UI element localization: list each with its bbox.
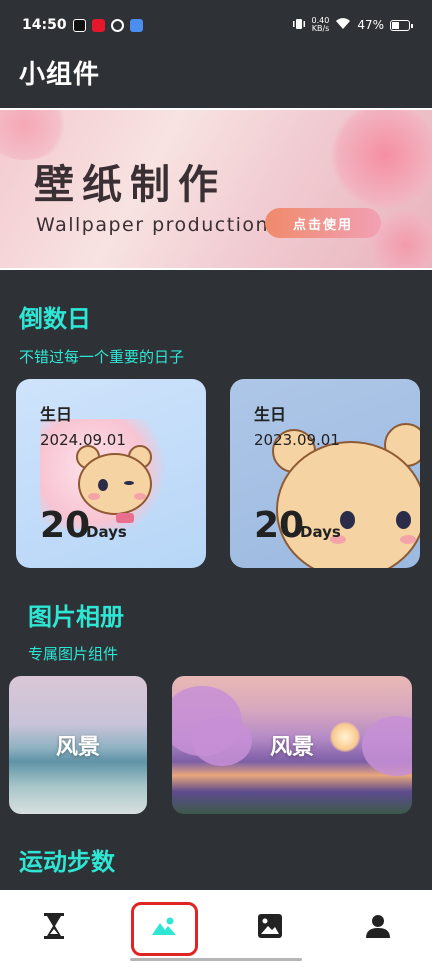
countdown-card-birthday-2023[interactable]: 生日 2023.09.01 20 Days (230, 379, 420, 568)
home-indicator (130, 958, 302, 961)
countdown-section-subtitle: 不错过每一个重要的日子 (19, 348, 185, 366)
countdown-card-birthday-2024[interactable]: 生日 2024.09.01 20 Days (16, 379, 206, 568)
bear-bow (116, 513, 134, 523)
person-icon (366, 914, 390, 942)
weibo-icon (91, 18, 105, 32)
battery-fill (392, 21, 400, 29)
selected-nav-highlight (131, 902, 198, 956)
countdown-card-days: 20 (254, 505, 305, 546)
bear-eye (98, 479, 108, 491)
status-bar: 14:50 0.40 KB/s 47% (0, 0, 432, 50)
countdown-card-unit: Days (300, 523, 341, 541)
blossom-decoration (192, 716, 252, 766)
link-icon (110, 18, 124, 32)
page-title: 小组件 (19, 60, 101, 90)
battery-text: 47% (357, 18, 384, 32)
album-section-subtitle: 专属图片组件 (28, 645, 119, 663)
nav-item-wallpaper[interactable] (238, 902, 302, 954)
hourglass-icon (43, 913, 65, 943)
wallpaper-banner[interactable]: 壁纸制作 Wallpaper production 点击使用 (0, 108, 432, 270)
sun-decoration (330, 722, 360, 752)
bear-eye (340, 511, 355, 529)
banner-title: 壁纸制作 (34, 161, 226, 208)
album-tile-label: 风景 (55, 735, 100, 760)
app-notification-icon (129, 18, 143, 32)
album-tile-lakeside[interactable]: 风景 (172, 676, 412, 814)
bear-cheek (400, 535, 416, 544)
steps-section-title: 运动步数 (19, 848, 115, 876)
vibrate-icon (292, 17, 306, 34)
flower-decoration (330, 110, 432, 210)
network-speed: 0.40 KB/s (312, 17, 330, 33)
album-tile-seascape[interactable]: 风景 (9, 676, 147, 814)
countdown-card-date: 2024.09.01 (40, 431, 126, 449)
nav-item-countdown[interactable] (22, 902, 86, 954)
nav-item-profile[interactable] (346, 902, 410, 954)
countdown-section-title: 倒数日 (19, 305, 91, 333)
bottom-navigation (0, 890, 432, 964)
network-speed-unit: KB/s (311, 24, 330, 33)
countdown-card-label: 生日 (254, 405, 287, 424)
status-right: 0.40 KB/s 47% (292, 17, 413, 34)
bear-cheek (88, 493, 100, 500)
tiktok-icon (72, 18, 86, 32)
use-now-button[interactable]: 点击使用 (265, 208, 381, 238)
bear-eye (124, 481, 134, 485)
countdown-card-label: 生日 (40, 405, 73, 424)
countdown-card-days: 20 (40, 505, 91, 546)
blossom-decoration (362, 716, 412, 776)
status-left: 14:50 (22, 17, 143, 33)
image-icon (258, 914, 282, 942)
bear-cheek (134, 493, 146, 500)
countdown-card-date: 2023.09.01 (254, 431, 340, 449)
status-time: 14:50 (22, 17, 67, 33)
album-section-title: 图片相册 (28, 603, 124, 631)
countdown-card-unit: Days (86, 523, 127, 541)
battery-icon (390, 19, 413, 31)
banner-subtitle: Wallpaper production (36, 214, 270, 236)
album-tile-label: 风景 (269, 735, 314, 760)
wifi-icon (335, 17, 351, 33)
bear-eye (396, 511, 411, 529)
